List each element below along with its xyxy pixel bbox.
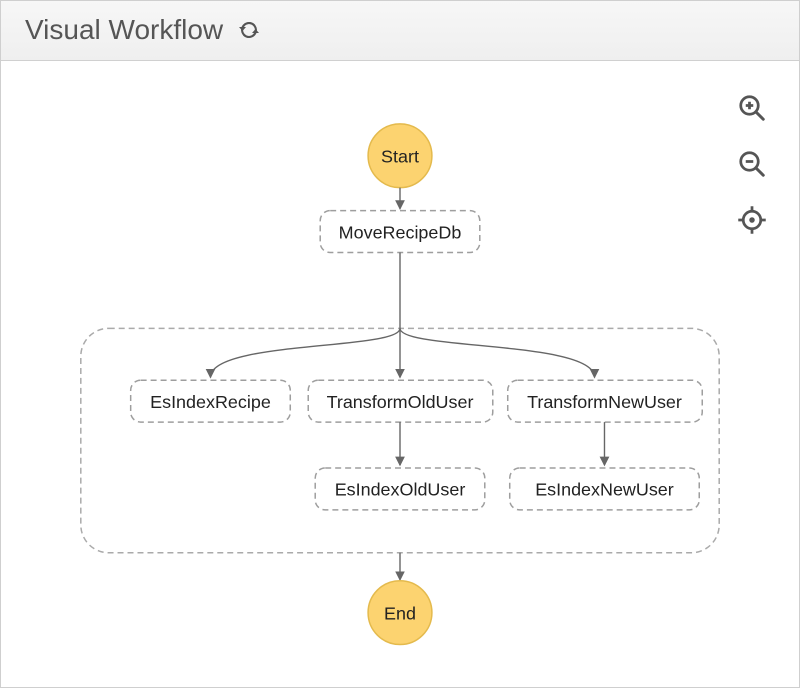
zoom-in-icon[interactable] <box>735 91 769 125</box>
svg-text:MoveRecipeDb: MoveRecipeDb <box>339 222 462 242</box>
svg-text:EsIndexNewUser: EsIndexNewUser <box>535 479 674 499</box>
transform-new-user-node[interactable]: TransformNewUser <box>508 380 703 422</box>
zoom-out-icon[interactable] <box>735 147 769 181</box>
svg-text:EsIndexRecipe: EsIndexRecipe <box>150 391 271 411</box>
svg-text:EsIndexOldUser: EsIndexOldUser <box>335 479 466 499</box>
workflow-diagram: Start MoveRecipeDb EsIndexRecipe <box>1 61 799 687</box>
canvas-controls <box>735 91 769 237</box>
es-index-old-user-node[interactable]: EsIndexOldUser <box>315 468 485 510</box>
svg-text:End: End <box>384 603 416 623</box>
refresh-icon[interactable] <box>237 18 261 42</box>
svg-text:TransformOldUser: TransformOldUser <box>327 391 474 411</box>
edge-to-transform-new <box>400 328 595 377</box>
transform-old-user-node[interactable]: TransformOldUser <box>308 380 493 422</box>
visual-workflow-panel: Visual Workflow <box>0 0 800 688</box>
svg-text:Start: Start <box>381 146 419 166</box>
edge-to-esindexrecipe <box>210 328 400 377</box>
panel-title: Visual Workflow <box>25 14 223 46</box>
center-target-icon[interactable] <box>735 203 769 237</box>
start-node[interactable]: Start <box>368 123 432 187</box>
workflow-canvas[interactable]: Start MoveRecipeDb EsIndexRecipe <box>1 61 799 687</box>
move-recipe-db-node[interactable]: MoveRecipeDb <box>320 210 480 252</box>
es-index-recipe-node[interactable]: EsIndexRecipe <box>131 380 291 422</box>
end-node[interactable]: End <box>368 580 432 644</box>
panel-header: Visual Workflow <box>1 1 799 61</box>
es-index-new-user-node[interactable]: EsIndexNewUser <box>510 468 700 510</box>
svg-text:TransformNewUser: TransformNewUser <box>527 391 682 411</box>
